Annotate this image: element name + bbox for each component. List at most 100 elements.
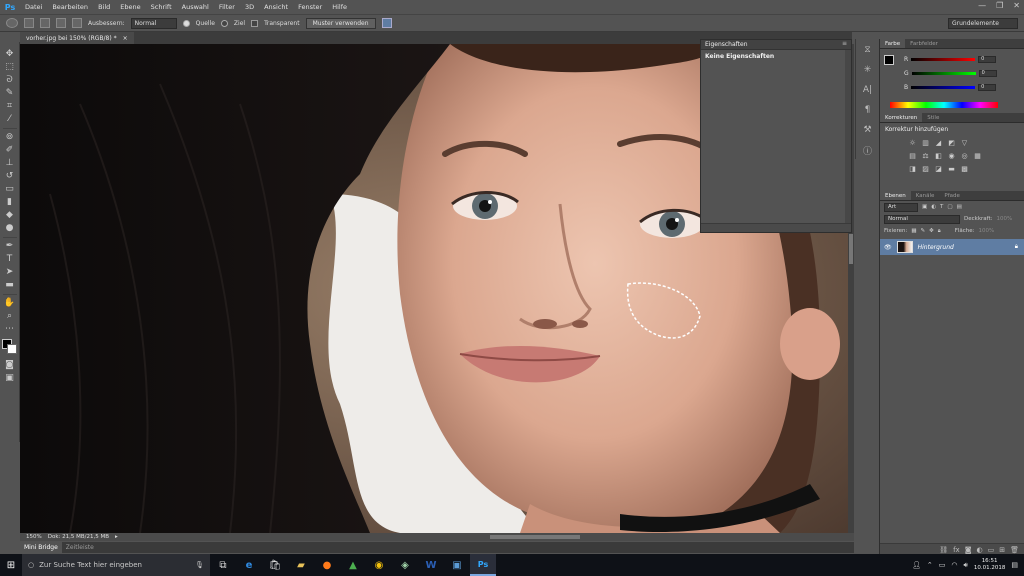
- tool-preset-icon[interactable]: [6, 18, 18, 28]
- add-mask-icon[interactable]: ◙: [965, 546, 972, 554]
- task-view-icon[interactable]: ⧉: [210, 554, 236, 576]
- edge-browser-icon[interactable]: e: [236, 554, 262, 576]
- info-panel-icon[interactable]: ⓘ: [861, 143, 875, 157]
- fill-value[interactable]: 100%: [979, 228, 995, 234]
- vertical-scroll-thumb[interactable]: [849, 234, 853, 264]
- edit-toolbar-icon[interactable]: ⋯: [3, 323, 17, 336]
- microphone-icon[interactable]: 🎙︎: [195, 561, 204, 569]
- document-tab[interactable]: vorher.jpg bei 150% (RGB/8) * ×: [20, 32, 134, 44]
- blur-tool-icon[interactable]: ◆: [3, 209, 17, 222]
- chevron-up-icon[interactable]: ⌃: [927, 561, 933, 569]
- hand-tool-icon[interactable]: ✋: [3, 297, 17, 310]
- link-layers-icon[interactable]: ⛓: [939, 546, 948, 554]
- menu-3d[interactable]: 3D: [240, 3, 259, 11]
- tab-kanaele[interactable]: Kanäle: [911, 191, 940, 200]
- stamp-tool-icon[interactable]: ⊥: [3, 157, 17, 170]
- marquee-tool-icon[interactable]: ⬚: [3, 61, 17, 74]
- type-tool-icon[interactable]: T: [3, 253, 17, 266]
- layer-name[interactable]: Hintergrund: [918, 244, 954, 251]
- r-value-field[interactable]: 0: [978, 55, 997, 63]
- brush-settings-icon[interactable]: ✳: [861, 63, 875, 77]
- tab-pfade[interactable]: Pfade: [939, 191, 965, 200]
- tool-presets-icon[interactable]: ⚒: [861, 123, 875, 137]
- pen-tool-icon[interactable]: ✒: [3, 240, 17, 253]
- new-layer-icon[interactable]: ⊞: [999, 546, 1005, 554]
- tab-ebenen[interactable]: Ebenen: [880, 191, 911, 200]
- color-swatches[interactable]: [1, 339, 18, 355]
- app-icon[interactable]: ▣: [444, 554, 470, 576]
- move-tool-icon[interactable]: ✥: [3, 48, 17, 61]
- tab-korrekturen[interactable]: Korrekturen: [880, 113, 923, 122]
- zoom-tool-icon[interactable]: ⌕: [3, 310, 17, 323]
- photo-filter-icon[interactable]: ◉: [947, 151, 956, 160]
- battery-icon[interactable]: ▭: [939, 561, 946, 569]
- lasso-tool-icon[interactable]: ᘐ: [3, 74, 17, 87]
- word-icon[interactable]: W: [418, 554, 444, 576]
- character-panel-icon[interactable]: A|: [861, 83, 875, 97]
- pattern-picker-icon[interactable]: [381, 18, 392, 28]
- menu-auswahl[interactable]: Auswahl: [177, 3, 214, 11]
- delete-layer-icon[interactable]: 🗑︎: [1010, 546, 1019, 554]
- notifications-icon[interactable]: ▤: [1011, 561, 1018, 569]
- clock[interactable]: 16:51 10.01.2018: [974, 558, 1006, 572]
- filter-shape-icon[interactable]: ▢: [947, 204, 952, 210]
- firefox-icon[interactable]: ●: [314, 554, 340, 576]
- visibility-eye-icon[interactable]: 👁︎: [884, 244, 892, 251]
- color-fg-swatch[interactable]: [884, 55, 894, 65]
- tab-mini-bridge[interactable]: Mini Bridge: [20, 542, 62, 553]
- r-slider[interactable]: [911, 57, 976, 61]
- eyedropper-tool-icon[interactable]: ⁄: [3, 113, 17, 126]
- shape-tool-icon[interactable]: ▬: [3, 279, 17, 292]
- gradient-map-icon[interactable]: ▬: [947, 164, 956, 173]
- lock-pixels-icon[interactable]: ▦: [911, 228, 916, 234]
- new-adjustment-icon[interactable]: ◐: [977, 546, 983, 554]
- path-select-tool-icon[interactable]: ➤: [3, 266, 17, 279]
- eraser-tool-icon[interactable]: ▭: [3, 183, 17, 196]
- workspace-select[interactable]: Grundelemente: [948, 18, 1018, 29]
- history-panel-icon[interactable]: ⧖: [861, 43, 875, 57]
- paragraph-panel-icon[interactable]: ¶: [861, 103, 875, 117]
- wifi-icon[interactable]: ◠: [951, 561, 957, 569]
- brightness-icon[interactable]: ☼: [908, 138, 917, 147]
- photos-app-icon[interactable]: ▲: [340, 554, 366, 576]
- history-brush-tool-icon[interactable]: ↺: [3, 170, 17, 183]
- channel-mixer-icon[interactable]: ◎: [960, 151, 969, 160]
- transparent-checkbox[interactable]: [251, 19, 259, 27]
- close-icon[interactable]: ✕: [1013, 1, 1020, 10]
- patch-tool-icon[interactable]: ⊚: [3, 131, 17, 144]
- menu-fenster[interactable]: Fenster: [293, 3, 327, 11]
- lock-all-icon[interactable]: 🔒︎: [938, 228, 941, 235]
- menu-filter[interactable]: Filter: [214, 3, 240, 11]
- subtract-selection-icon[interactable]: [56, 18, 66, 28]
- close-document-icon[interactable]: ×: [123, 35, 128, 42]
- curves-icon[interactable]: ◢: [934, 138, 943, 147]
- app-icon[interactable]: ◈: [392, 554, 418, 576]
- start-windows-icon[interactable]: ⊞: [0, 554, 22, 576]
- hue-saturation-icon[interactable]: ▤: [908, 151, 917, 160]
- filter-adjust-icon[interactable]: ◐: [931, 204, 936, 210]
- b-value-field[interactable]: 0: [978, 83, 997, 91]
- properties-header[interactable]: Eigenschaften ≡: [701, 40, 851, 50]
- tab-farbfelder[interactable]: Farbfelder: [905, 39, 943, 48]
- layer-style-icon[interactable]: fx: [953, 546, 960, 554]
- filter-pixel-icon[interactable]: ▣: [922, 204, 927, 210]
- lock-paint-icon[interactable]: ✎: [921, 228, 926, 234]
- photoshop-taskbar-icon[interactable]: Ps: [470, 554, 496, 576]
- exposure-icon[interactable]: ◩: [947, 138, 956, 147]
- screen-mode-icon[interactable]: ▣: [3, 372, 17, 385]
- tab-stile[interactable]: Stile: [922, 113, 944, 122]
- new-group-icon[interactable]: ▭: [988, 546, 995, 554]
- file-explorer-icon[interactable]: ▰: [288, 554, 314, 576]
- quelle-radio[interactable]: [182, 19, 190, 27]
- status-menu-arrow-icon[interactable]: ▸: [115, 534, 118, 540]
- chrome-icon[interactable]: ◉: [366, 554, 392, 576]
- volume-icon[interactable]: 🔊︎: [963, 561, 967, 570]
- lock-move-icon[interactable]: ✥: [929, 228, 934, 234]
- menu-ebene[interactable]: Ebene: [115, 3, 145, 11]
- menu-ansicht[interactable]: Ansicht: [259, 3, 293, 11]
- color-lookup-icon[interactable]: ▦: [973, 151, 982, 160]
- color-balance-icon[interactable]: ⚖: [921, 151, 930, 160]
- new-selection-icon[interactable]: [24, 18, 34, 28]
- g-value-field[interactable]: 0: [978, 69, 997, 77]
- zoom-level[interactable]: 150%: [26, 534, 42, 540]
